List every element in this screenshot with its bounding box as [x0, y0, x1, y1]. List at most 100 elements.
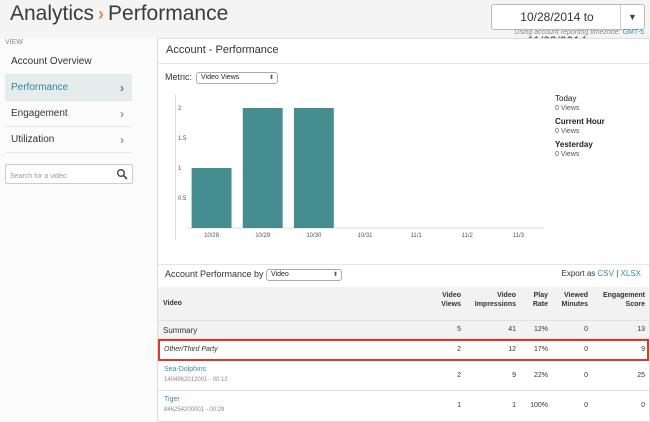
col-header-line: Impressions	[474, 301, 516, 308]
table-cell: 9	[512, 372, 516, 379]
metric-select[interactable]: Video Views ⬍	[196, 72, 278, 84]
performance-panel: Account - Performance Metric: Video View…	[157, 38, 650, 422]
metric-select-value: Video Views	[201, 74, 240, 81]
table-summary-row: Summary 5 41 12% 0 13	[158, 321, 649, 339]
today-label: Today	[555, 94, 577, 103]
sidebar-item-utilization[interactable]: Utilization ›	[5, 127, 132, 153]
sidebar-item-engagement[interactable]: Engagement ›	[5, 101, 132, 127]
export-links: Export as CSV | XLSX	[562, 269, 642, 278]
current-hour-value: 0 Views	[555, 128, 580, 135]
col-header-line: Rate	[532, 301, 548, 308]
timezone-note: Using account reporting timezone: GMT-5	[514, 29, 644, 36]
panel-title: Account - Performance	[166, 44, 279, 56]
date-range-picker[interactable]: 10/28/2014 to 11/03/2014 ▼	[491, 4, 645, 48]
y-tick-label: 1.5	[178, 136, 187, 142]
sidebar: VIEW Account Overview Performance › Enga…	[0, 38, 145, 422]
summary-label: Summary	[163, 326, 198, 335]
y-tick-label: 2	[178, 106, 182, 112]
metric-label: Metric:	[165, 72, 192, 82]
y-tick-label: 0.5	[178, 196, 187, 202]
x-tick-label: 10/28	[204, 233, 220, 239]
table-row[interactable]: Tiger 846254200001 - 00:29 1 1 100% 0 0	[158, 391, 649, 421]
y-tick-label: 1	[178, 166, 182, 172]
col-header-line: Video	[497, 292, 516, 299]
breadcrumb-separator: ›	[98, 4, 105, 24]
performance-by-value: Video	[271, 271, 289, 278]
highlight-annotation	[158, 339, 649, 361]
chart-bar[interactable]	[242, 108, 283, 228]
chart-plot: 2 1.5 1 0.5 10/28 10/29 10/30 10/31 11/1 11/2 11/3	[178, 106, 544, 239]
performance-by-label: Account Performance by	[165, 269, 264, 279]
table-cell: 1	[512, 402, 516, 409]
col-header-line: Score	[625, 301, 645, 308]
col-header-line: Minutes	[561, 301, 588, 308]
chart-bar[interactable]	[293, 108, 334, 228]
table-cell: 0	[584, 402, 588, 409]
export-label: Export as	[561, 269, 596, 278]
table-cell: 0	[584, 372, 588, 379]
performance-by-select[interactable]: Video ⬍	[266, 269, 342, 281]
col-impressions-header[interactable]: Video Impressions	[470, 291, 516, 309]
select-arrows-icon: ⬍	[268, 75, 274, 81]
col-engagement-score-header[interactable]: Engagement Score	[594, 291, 645, 309]
today-value: 0 Views	[555, 105, 580, 112]
col-video-header[interactable]: Video	[163, 299, 182, 308]
table-cell: 22%	[533, 372, 548, 379]
search-icon[interactable]	[116, 168, 128, 180]
col-viewed-minutes-header[interactable]: Viewed Minutes	[556, 291, 588, 309]
select-arrows-icon: ⬍	[332, 272, 338, 278]
x-tick-label: 11/2	[462, 233, 474, 239]
sidebar-item-performance[interactable]: Performance ›	[5, 75, 132, 101]
x-tick-label: 10/31	[357, 233, 373, 239]
col-header-line: Engagement	[602, 292, 645, 299]
table-cell: 0	[641, 402, 645, 409]
x-tick-label: 11/1	[411, 233, 423, 239]
video-id-duration: 1404962012001 - 00:12	[164, 377, 228, 383]
table-cell: 100%	[530, 402, 548, 409]
table-row[interactable]: Sea-Dolphins 1404962012001 - 00:12 2 9 2…	[158, 361, 649, 391]
timezone-prefix: Using account reporting timezone:	[514, 29, 621, 36]
table-cell: 0	[584, 326, 588, 333]
chevron-down-icon[interactable]: ▼	[620, 5, 644, 29]
chevron-right-icon: ›	[120, 107, 124, 121]
export-xlsx-link[interactable]: XLSX	[621, 269, 641, 278]
col-header-line: Views	[441, 301, 461, 308]
stats-sidebar: Today 0 Views Current Hour 0 Views Yeste…	[555, 94, 645, 159]
sidebar-item-account-overview[interactable]: Account Overview	[5, 49, 132, 75]
chevron-right-icon: ›	[120, 133, 124, 147]
export-separator: |	[616, 269, 619, 278]
video-id-duration: 846254200001 - 00:29	[164, 407, 225, 413]
search-input[interactable]	[6, 167, 114, 186]
yesterday-value: 0 Views	[555, 151, 580, 158]
table-header-row: Video Video Views Video Impressions Play…	[158, 287, 649, 321]
col-header-line: Video	[442, 292, 461, 299]
chart-bar[interactable]	[191, 168, 232, 228]
table-cell: 1	[457, 402, 461, 409]
sidebar-item-label: Account Overview	[11, 56, 92, 67]
current-hour-label: Current Hour	[555, 117, 605, 126]
table-cell: 2	[457, 372, 461, 379]
performance-by-bar: Account Performance by Video ⬍ Export as…	[158, 264, 649, 284]
x-tick-label: 10/30	[306, 233, 322, 239]
sidebar-item-label: Utilization	[11, 134, 55, 145]
page-header: Analytics›Performance 10/28/2014 to 11/0…	[0, 0, 650, 48]
table-cell: 13	[637, 326, 645, 333]
x-tick-label: 11/3	[513, 233, 525, 239]
table-cell: 41	[508, 326, 516, 333]
video-search[interactable]	[5, 164, 133, 186]
title-page: Performance	[108, 2, 229, 25]
date-range-text[interactable]: 10/28/2014 to 11/03/2014	[492, 5, 622, 48]
col-video-views-header[interactable]: Video Views	[423, 291, 461, 309]
table-cell: 12%	[533, 326, 548, 333]
col-play-rate-header[interactable]: Play Rate	[524, 291, 548, 309]
col-header-line: Viewed	[564, 292, 588, 299]
title-app: Analytics	[10, 2, 95, 25]
views-chart: 2 1.5 1 0.5 10/28 10/29 10/30 10/31 11/1 11/2 11/3	[175, 94, 544, 240]
sidebar-item-label: Performance	[11, 82, 69, 93]
col-header-line: Play	[533, 292, 548, 299]
video-title-link[interactable]: Tiger	[164, 396, 180, 403]
timezone-link[interactable]: GMT-5	[623, 29, 644, 36]
sidebar-item-label: Engagement	[11, 108, 68, 119]
export-csv-link[interactable]: CSV	[598, 269, 614, 278]
video-title-link[interactable]: Sea-Dolphins	[164, 366, 206, 373]
